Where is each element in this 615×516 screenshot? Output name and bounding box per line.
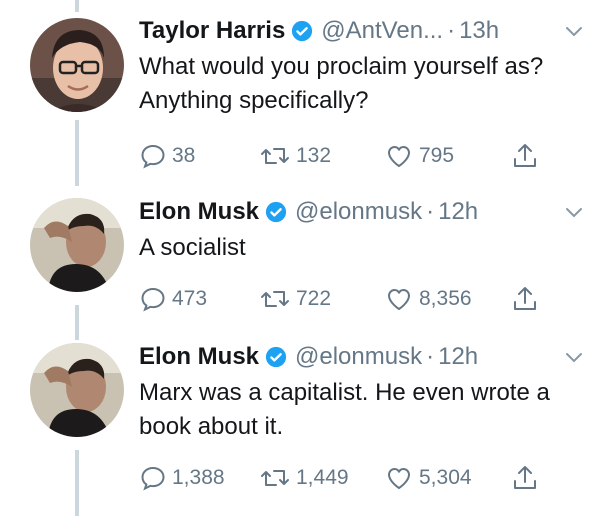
timestamp[interactable]: 12h — [438, 343, 478, 371]
reply-count: 473 — [172, 287, 208, 310]
like-button[interactable]: 5,304 — [384, 463, 472, 493]
chevron-down-icon[interactable] — [562, 350, 586, 366]
share-icon — [514, 144, 536, 167]
thread-line — [75, 0, 79, 12]
share-button[interactable] — [510, 141, 545, 171]
tweet-text: A socialist — [139, 234, 246, 261]
tweet[interactable]: Elon Musk @elonmusk · 12h A socialist 47… — [0, 195, 615, 325]
retweet-button[interactable]: 722 — [259, 284, 331, 314]
reply-icon — [141, 144, 165, 169]
chevron-down-icon[interactable] — [562, 205, 586, 221]
retweet-icon — [261, 470, 289, 486]
avatar-image — [30, 18, 124, 112]
separator-dot: · — [426, 198, 435, 225]
display-name[interactable]: Taylor Harris — [139, 17, 285, 45]
reply-button[interactable]: 1,388 — [139, 463, 225, 493]
tweet-text: What would you proclaim yourself as? Any… — [139, 53, 544, 114]
reply-button[interactable]: 38 — [139, 141, 195, 171]
verified-badge-icon — [292, 20, 313, 42]
timestamp[interactable]: 13h — [459, 17, 499, 45]
share-button[interactable] — [510, 463, 545, 493]
tweet-header: Elon Musk @elonmusk · 12h — [139, 195, 478, 229]
avatar[interactable] — [30, 18, 124, 112]
retweet-count: 722 — [296, 287, 332, 310]
tweet-actions: 38 132 795 — [139, 141, 559, 171]
display-name[interactable]: Elon Musk — [139, 198, 259, 226]
tweet-actions: 1,388 1,449 5,304 — [139, 463, 559, 493]
share-icon — [514, 466, 536, 489]
heart-icon — [388, 289, 410, 310]
verified-badge-icon — [265, 201, 287, 223]
reply-count: 1,388 — [172, 466, 225, 489]
chevron-down-icon[interactable] — [562, 24, 586, 40]
retweet-button[interactable]: 132 — [259, 141, 331, 171]
reply-icon — [141, 287, 165, 312]
like-button[interactable]: 8,356 — [384, 284, 472, 314]
user-handle[interactable]: @elonmusk — [295, 343, 422, 371]
like-count: 795 — [419, 144, 455, 167]
display-name[interactable]: Elon Musk — [139, 343, 259, 371]
tweet[interactable]: Taylor Harris @AntVen... · 13h What woul… — [0, 14, 615, 184]
like-count: 5,304 — [419, 466, 472, 489]
heart-icon — [388, 146, 410, 167]
like-count: 8,356 — [419, 287, 472, 310]
like-button[interactable]: 795 — [384, 141, 454, 171]
user-handle[interactable]: @elonmusk — [295, 198, 422, 226]
avatar[interactable] — [30, 198, 124, 292]
reply-count: 38 — [172, 144, 196, 167]
verified-badge-icon — [265, 346, 287, 368]
separator-dot: · — [426, 343, 435, 370]
tweet-header: Elon Musk @elonmusk · 12h — [139, 340, 478, 374]
tweet-text: Marx was a capitalist. He even wrote a b… — [139, 379, 550, 440]
user-handle[interactable]: @AntVen... — [321, 17, 443, 45]
retweet-button[interactable]: 1,449 — [259, 463, 349, 493]
timestamp[interactable]: 12h — [438, 198, 478, 226]
avatar[interactable] — [30, 343, 124, 437]
reply-button[interactable]: 473 — [139, 284, 207, 314]
share-icon — [514, 287, 536, 310]
retweet-count: 132 — [296, 144, 332, 167]
tweet-actions: 473 722 8,356 — [139, 284, 559, 314]
retweet-icon — [261, 291, 289, 307]
reply-icon — [141, 466, 165, 491]
tweet-header: Taylor Harris @AntVen... · 13h — [139, 14, 499, 48]
avatar-image — [30, 198, 124, 292]
tweet[interactable]: Elon Musk @elonmusk · 12h Marx was a cap… — [0, 340, 615, 510]
avatar-image — [30, 343, 124, 437]
share-button[interactable] — [510, 284, 545, 314]
retweet-icon — [261, 148, 289, 164]
heart-icon — [388, 468, 410, 489]
retweet-count: 1,449 — [296, 466, 349, 489]
separator-dot: · — [447, 17, 456, 44]
